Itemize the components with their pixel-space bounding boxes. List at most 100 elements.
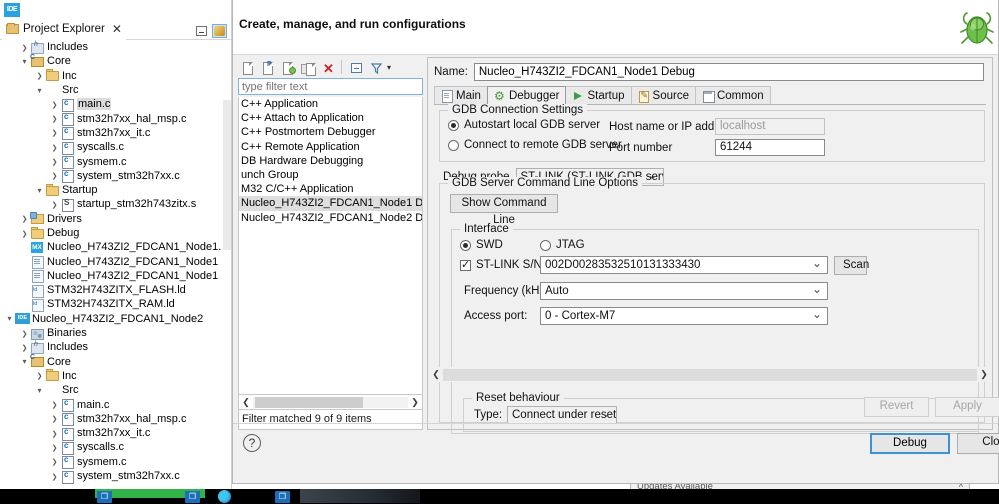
tree-item[interactable]: Drivers bbox=[0, 212, 232, 226]
revert-button[interactable]: Revert bbox=[864, 397, 929, 417]
tree-item[interactable]: Nucleo_H743ZI2_FDCAN1_Node2 bbox=[0, 312, 232, 326]
host-name-input[interactable]: localhost bbox=[715, 118, 825, 135]
taskbar-app-icon-1[interactable] bbox=[97, 491, 112, 503]
tree-item[interactable]: main.c bbox=[0, 97, 232, 112]
configurations-list-horizontal-scrollbar[interactable]: ❮ ❯ bbox=[238, 395, 423, 410]
tree-item[interactable]: sysmem.c bbox=[0, 455, 232, 470]
configurations-list[interactable]: C++ Application C++ Attach to Application… bbox=[238, 97, 423, 395]
project-explorer-tree[interactable]: IncludesCoreIncSrcmain.cstm32h7xx_hal_ms… bbox=[0, 40, 232, 484]
chevron-right-icon[interactable] bbox=[19, 229, 30, 238]
tab-source[interactable]: Source bbox=[630, 86, 696, 104]
export-launch-configuration-icon[interactable] bbox=[279, 59, 296, 76]
chevron-right-icon[interactable] bbox=[19, 329, 30, 338]
chevron-right-icon[interactable] bbox=[19, 343, 30, 352]
chevron-right-icon[interactable] bbox=[49, 100, 60, 109]
scrollbar-track[interactable] bbox=[443, 368, 977, 381]
new-launch-configuration-prototype-icon[interactable]: P bbox=[259, 59, 276, 76]
scroll-left-icon[interactable]: ❮ bbox=[239, 397, 253, 408]
port-number-input[interactable]: 61244 bbox=[715, 139, 825, 156]
apply-button[interactable]: Apply bbox=[935, 397, 999, 417]
swd-radio-row[interactable]: SWD bbox=[460, 239, 503, 251]
view-menu-caret-icon[interactable]: ▾ bbox=[387, 63, 391, 72]
tree-item[interactable]: Src bbox=[0, 383, 232, 397]
taskbar-browser-icon[interactable] bbox=[218, 490, 231, 503]
chevron-right-icon[interactable] bbox=[49, 414, 60, 423]
chevron-right-icon[interactable] bbox=[19, 214, 30, 223]
tab-startup[interactable]: Startup bbox=[565, 86, 632, 104]
chevron-down-icon[interactable] bbox=[19, 357, 30, 366]
tree-item[interactable]: STM32H743ZITX_RAM.ld bbox=[0, 297, 232, 312]
close-icon[interactable]: ✕ bbox=[112, 22, 122, 36]
tree-item[interactable]: Nucleo_H743ZI2_FDCAN1_Node1 Debug.lau bbox=[0, 269, 232, 284]
chevron-right-icon[interactable] bbox=[49, 200, 60, 209]
scroll-right-icon[interactable]: ❯ bbox=[408, 397, 422, 408]
tree-item[interactable]: syscalls.c bbox=[0, 440, 232, 455]
chevron-down-icon[interactable] bbox=[19, 57, 30, 66]
configuration-name-input[interactable] bbox=[473, 63, 984, 81]
stlink-sn-combobox[interactable]: 002D00283532510131333430 bbox=[540, 256, 828, 274]
scrollbar-track[interactable] bbox=[253, 396, 408, 408]
jtag-radio-row[interactable]: JTAG bbox=[540, 239, 585, 251]
tree-item[interactable]: syscalls.c bbox=[0, 140, 232, 155]
autostart-local-gdb-server-radio[interactable] bbox=[448, 119, 459, 131]
chevron-right-icon[interactable] bbox=[49, 157, 60, 166]
chevron-right-icon[interactable] bbox=[49, 143, 60, 152]
delete-icon[interactable]: ✕ bbox=[319, 59, 336, 76]
chevron-right-icon[interactable] bbox=[19, 43, 30, 52]
debug-button[interactable]: Debug bbox=[870, 433, 950, 454]
editor-pane-horizontal-scrollbar[interactable]: ❮ ❯ bbox=[429, 367, 991, 382]
tab-common[interactable]: Common bbox=[694, 86, 771, 104]
jtag-radio[interactable] bbox=[540, 239, 551, 251]
configuration-list-item[interactable]: C++ Remote Application bbox=[239, 140, 422, 154]
tree-item[interactable]: sysmem.c bbox=[0, 154, 232, 170]
scroll-right-icon[interactable]: ❯ bbox=[977, 369, 991, 380]
configuration-list-item[interactable]: DB Hardware Debugging bbox=[239, 154, 422, 168]
chevron-right-icon[interactable] bbox=[34, 71, 45, 80]
filter-icon[interactable] bbox=[367, 59, 384, 76]
chevron-right-icon[interactable] bbox=[49, 400, 60, 409]
minimize-view-button[interactable] bbox=[194, 24, 209, 38]
chevron-right-icon[interactable] bbox=[49, 472, 60, 481]
reset-type-combobox[interactable]: Connect under reset bbox=[507, 406, 617, 424]
scrollbar-thumb[interactable] bbox=[223, 100, 231, 250]
help-button[interactable]: ? bbox=[243, 434, 261, 452]
show-command-line-button[interactable]: Show Command Line bbox=[450, 194, 558, 226]
scrollbar-thumb[interactable] bbox=[255, 396, 363, 408]
configuration-list-item[interactable]: C++ Attach to Application bbox=[239, 111, 422, 125]
chevron-right-icon[interactable] bbox=[49, 114, 60, 123]
taskbar-app-icon-3[interactable] bbox=[275, 491, 290, 503]
access-port-combobox[interactable]: 0 - Cortex-M7 bbox=[540, 307, 828, 325]
tree-item[interactable]: Nucleo_H743ZI2_FDCAN1_Node1 Debug.cfg bbox=[0, 254, 232, 270]
tab-debugger[interactable]: Debugger bbox=[486, 86, 567, 104]
tree-item[interactable]: Includes bbox=[0, 340, 232, 354]
chevron-down-icon[interactable] bbox=[4, 314, 15, 323]
configuration-list-item[interactable]: C++ Postmortem Debugger bbox=[239, 125, 422, 139]
tree-item[interactable]: Binaries bbox=[0, 326, 232, 340]
swd-radio[interactable] bbox=[460, 239, 471, 251]
tree-item[interactable]: stm32h7xx_hal_msp.c bbox=[0, 111, 232, 127]
chevron-right-icon[interactable] bbox=[49, 171, 60, 180]
chevron-right-icon[interactable] bbox=[49, 429, 60, 438]
tree-item[interactable]: Includes bbox=[0, 40, 232, 54]
taskbar-app-icon-2[interactable] bbox=[185, 491, 200, 503]
chevron-down-icon[interactable] bbox=[34, 386, 45, 395]
stlink-sn-checkbox[interactable] bbox=[460, 258, 471, 271]
chevron-right-icon[interactable] bbox=[34, 371, 45, 380]
scroll-left-icon[interactable]: ❮ bbox=[429, 369, 443, 380]
configurations-toolbar[interactable]: P ✕ ▾ bbox=[237, 57, 423, 77]
chevron-down-icon[interactable] bbox=[34, 86, 45, 95]
tree-item[interactable]: Core bbox=[0, 354, 232, 369]
project-explorer-tab[interactable]: Project Explorer ✕ bbox=[2, 20, 126, 40]
configuration-list-item[interactable]: M32 C/C++ Application bbox=[239, 182, 422, 196]
tree-item[interactable]: startup_stm32h743zitx.s bbox=[0, 197, 232, 212]
configuration-list-item[interactable]: C++ Application bbox=[239, 97, 422, 111]
tree-item[interactable]: Core bbox=[0, 54, 232, 68]
tree-item[interactable]: stm32h7xx_it.c bbox=[0, 426, 232, 441]
stlink-sn-checkbox-row[interactable]: ST-LINK S/N bbox=[460, 258, 542, 271]
link-with-editor-icon[interactable] bbox=[212, 24, 227, 38]
chevron-right-icon[interactable] bbox=[49, 128, 60, 137]
tree-item[interactable]: STM32H743ZITX_FLASH.ld bbox=[0, 283, 232, 298]
connect-remote-gdb-server-radio[interactable] bbox=[448, 139, 459, 151]
autostart-local-gdb-server-radio-row[interactable]: Autostart local GDB server bbox=[448, 119, 600, 131]
chevron-right-icon[interactable] bbox=[49, 457, 60, 466]
